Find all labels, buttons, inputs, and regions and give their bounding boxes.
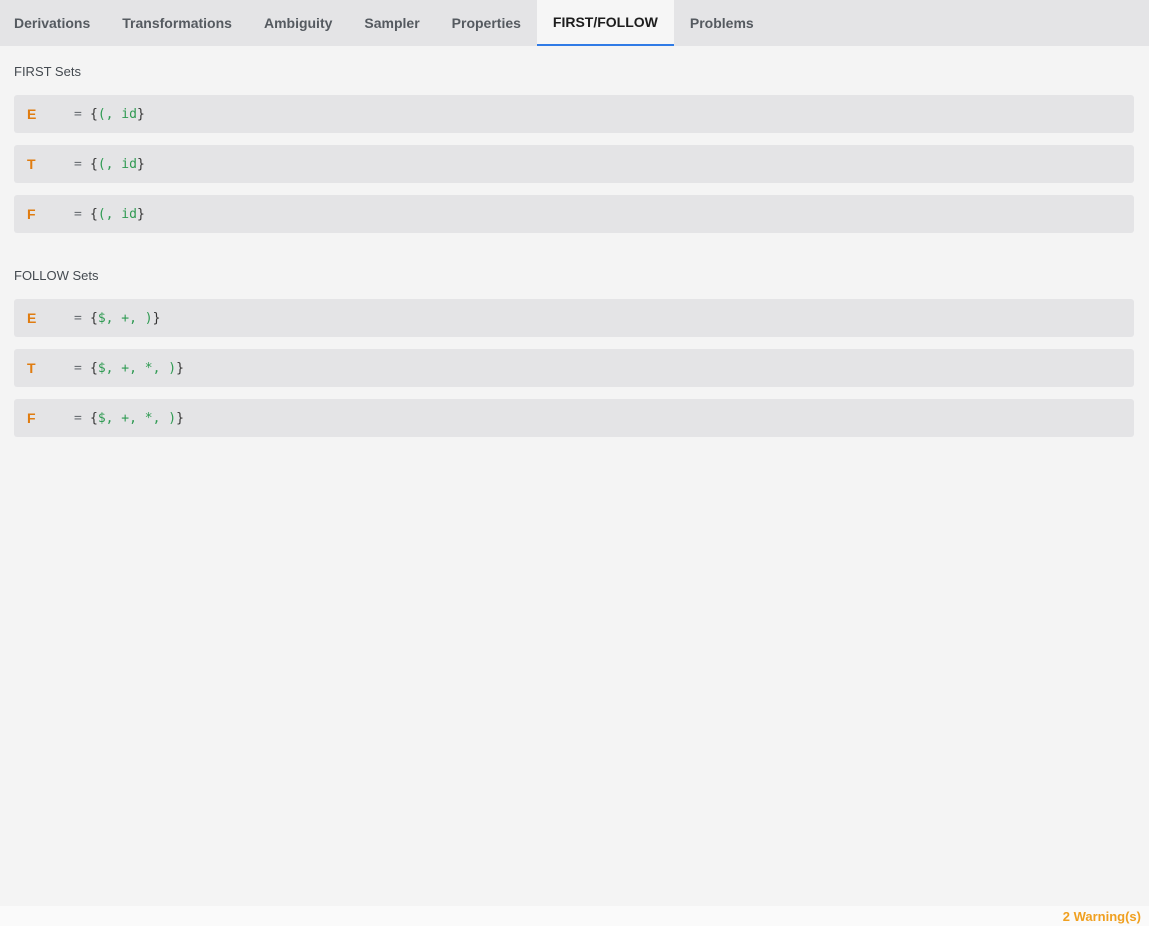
follow-set-row-f: F = {$, +, *, )} (14, 399, 1134, 437)
open-brace: { (90, 360, 98, 376)
nonterminal-symbol: F (27, 410, 36, 426)
set-items: $, +, *, ) (97, 410, 177, 426)
open-brace: { (90, 156, 98, 172)
tab-properties[interactable]: Properties (436, 0, 537, 46)
first-set-row-t: T = {(, id} (14, 145, 1134, 183)
set-items: (, id (97, 106, 137, 122)
open-brace: { (90, 206, 98, 222)
close-brace: } (152, 310, 161, 326)
close-brace: } (136, 106, 145, 122)
tab-first-follow[interactable]: FIRST/FOLLOW (536, 0, 674, 46)
set-items: $, +, ) (97, 310, 153, 326)
close-brace: } (136, 156, 145, 172)
equals-sign: = (74, 156, 82, 172)
nonterminal-symbol: T (27, 156, 36, 172)
follow-set-row-t: T = {$, +, *, )} (14, 349, 1134, 387)
follow-sets-title: FOLLOW Sets (14, 268, 99, 283)
equals-sign: = (74, 310, 82, 326)
close-brace: } (176, 360, 184, 376)
first-sets-title: FIRST Sets (14, 64, 81, 79)
nonterminal-symbol: E (27, 106, 37, 122)
open-brace: { (90, 310, 98, 326)
tab-transformations[interactable]: Transformations (106, 0, 248, 46)
tab-sampler[interactable]: Sampler (348, 0, 435, 46)
tab-bar: Derivations Transformations Ambiguity Sa… (0, 0, 1149, 46)
warning-count-button[interactable]: 2 Warning(s) (1063, 909, 1141, 924)
main-content: FIRST Sets E = {(, id} T = {(, id} F = {… (14, 46, 1134, 449)
first-set-row-f: F = {(, id} (14, 195, 1134, 233)
equals-sign: = (74, 206, 82, 222)
open-brace: { (90, 410, 98, 426)
tab-ambiguity[interactable]: Ambiguity (248, 0, 348, 46)
open-brace: { (90, 106, 98, 122)
nonterminal-symbol: T (27, 360, 36, 376)
nonterminal-symbol: F (27, 206, 36, 222)
set-items: (, id (97, 206, 137, 222)
close-brace: } (176, 410, 184, 426)
set-items: $, +, *, ) (97, 360, 177, 376)
equals-sign: = (74, 410, 82, 426)
tab-derivations[interactable]: Derivations (0, 0, 106, 46)
first-set-row-e: E = {(, id} (14, 95, 1134, 133)
equals-sign: = (74, 106, 82, 122)
equals-sign: = (74, 360, 82, 376)
status-bar: 2 Warning(s) (0, 906, 1149, 926)
close-brace: } (136, 206, 145, 222)
nonterminal-symbol: E (27, 310, 37, 326)
tab-problems[interactable]: Problems (674, 0, 770, 46)
follow-set-row-e: E = {$, +, )} (14, 299, 1134, 337)
set-items: (, id (97, 156, 137, 172)
